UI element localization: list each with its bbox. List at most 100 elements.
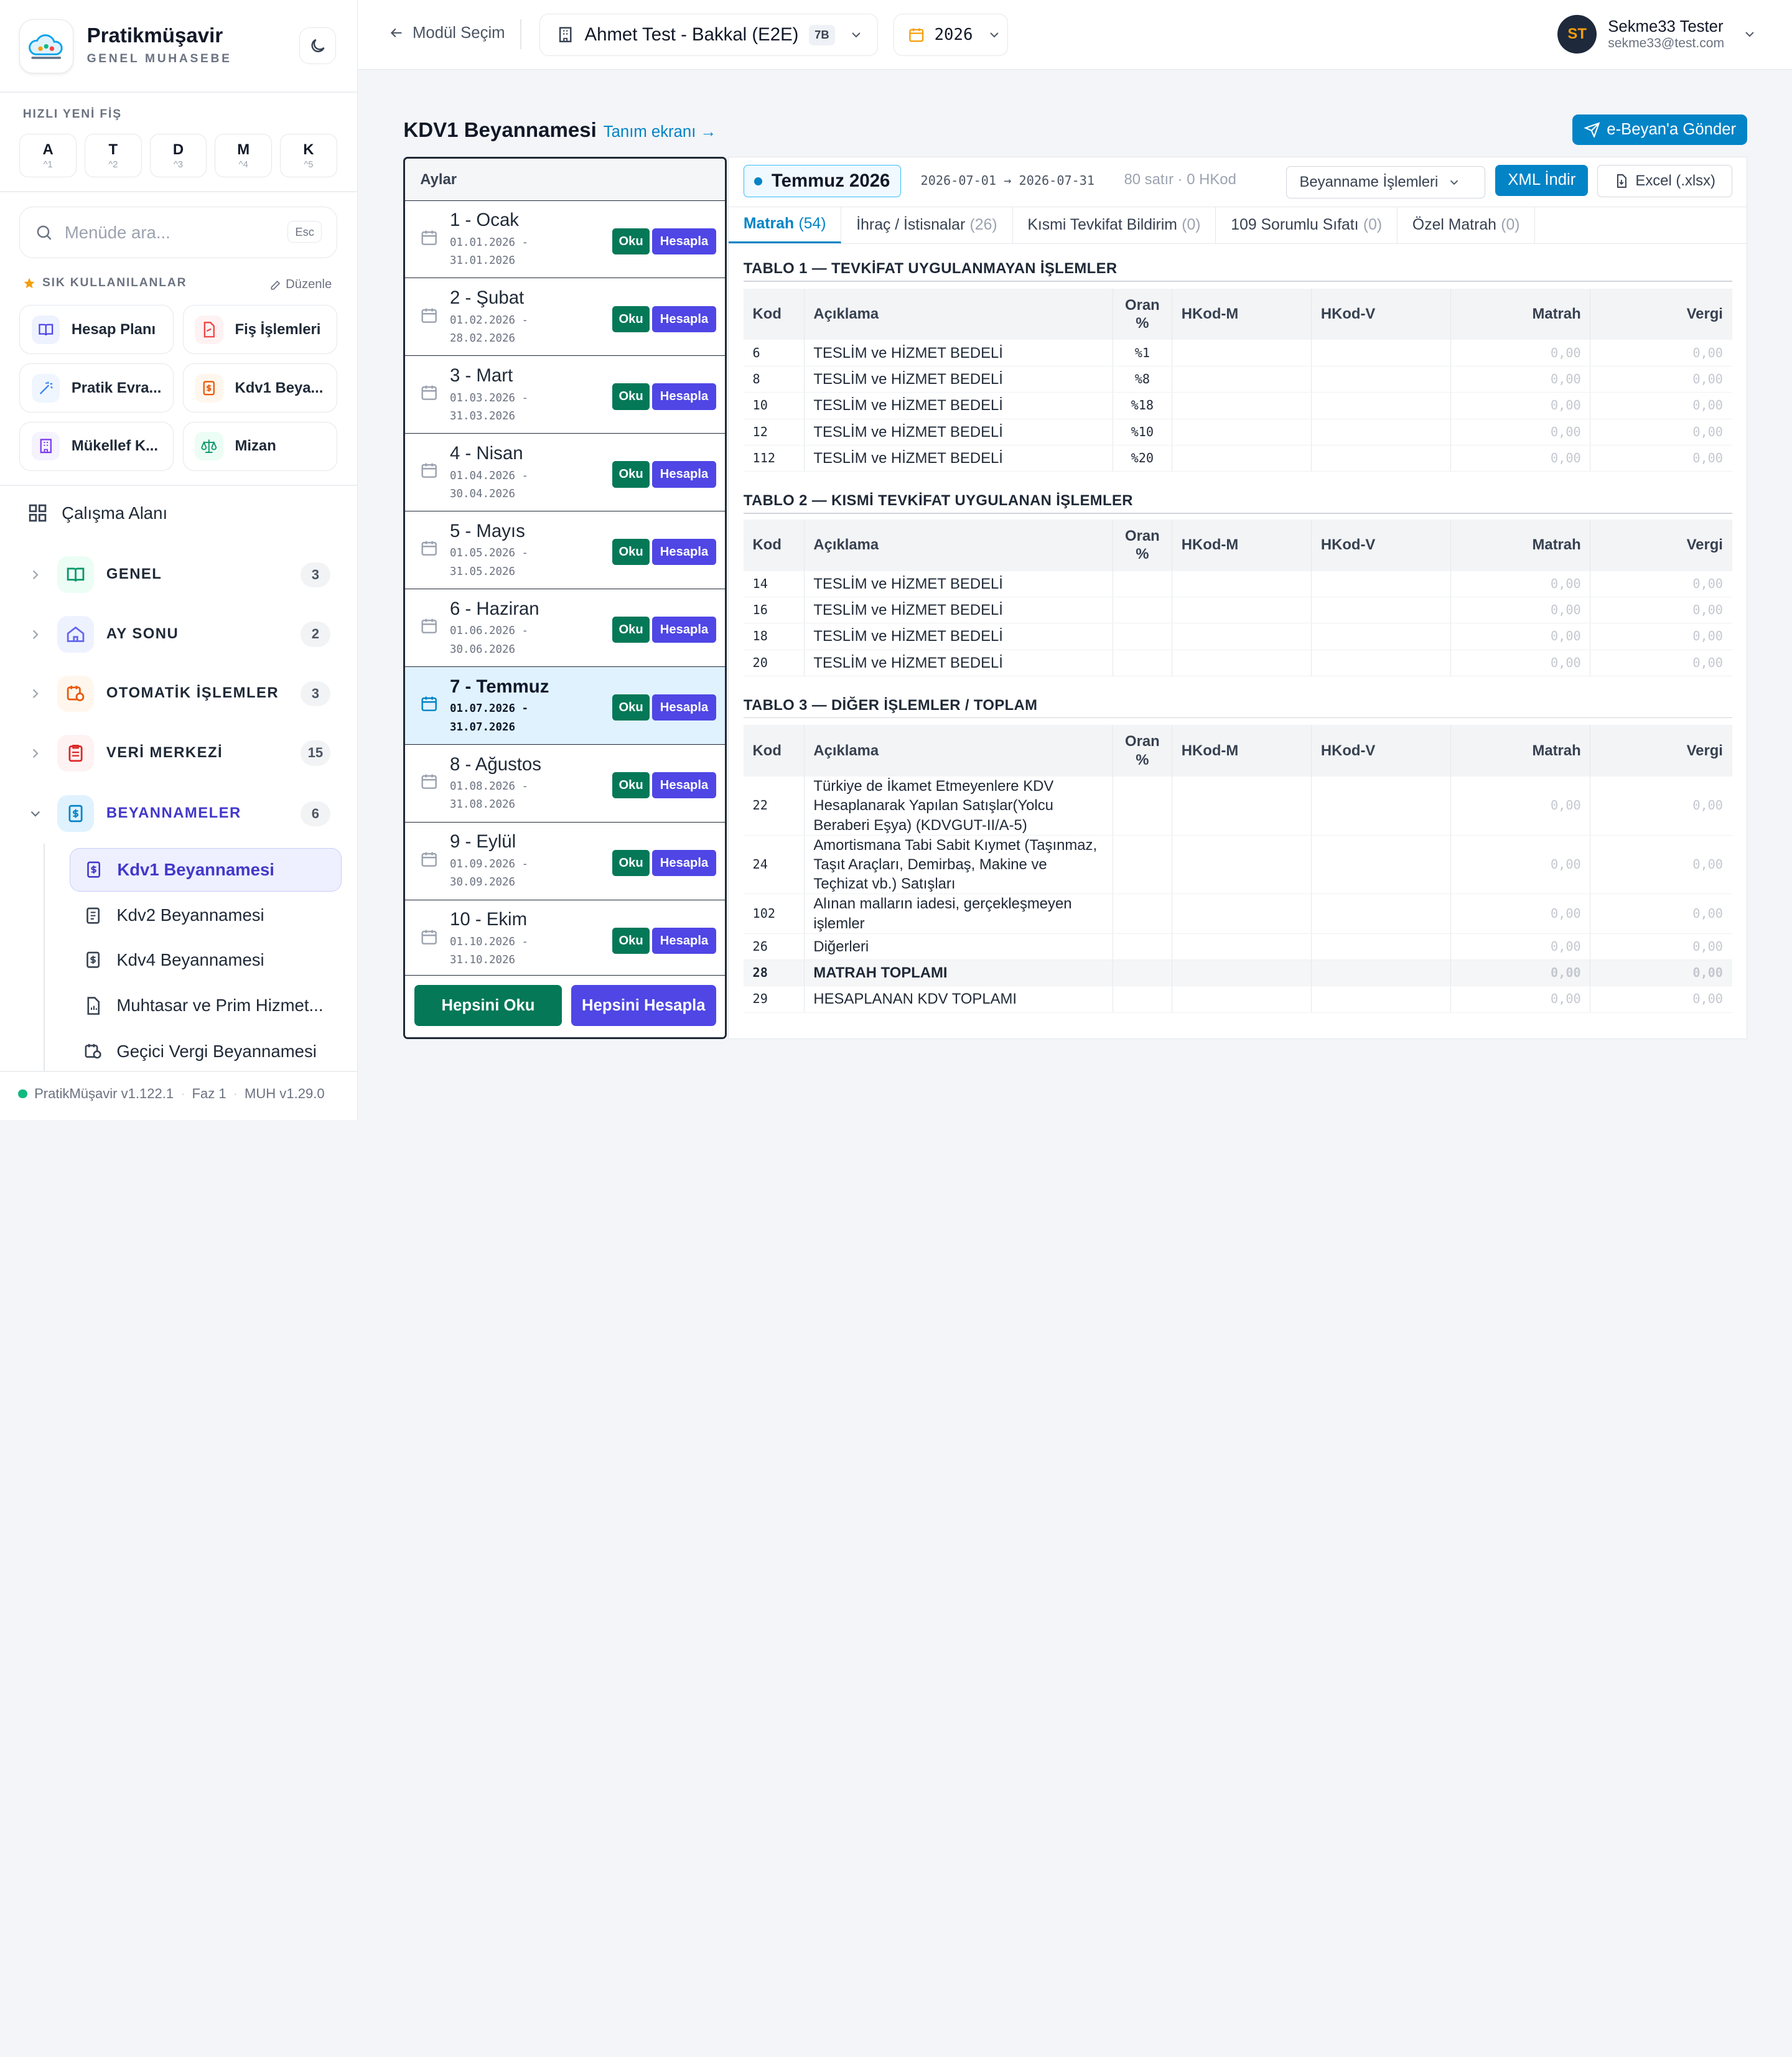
fav-hesap-plani[interactable]: Hesap Planı	[19, 305, 174, 355]
col-hkod-m[interactable]: HKod-M	[1172, 519, 1312, 571]
tab-matrah[interactable]: Matrah (54)	[728, 207, 842, 244]
cell-hkod-m[interactable]	[1172, 623, 1312, 650]
table-row[interactable]: 22 Türkiye de İkamet Etmeyenlere KDV Hesa…	[743, 777, 1732, 836]
cell-hkod-v[interactable]	[1311, 777, 1452, 836]
cell-hkod-v[interactable]	[1311, 650, 1452, 676]
table-row[interactable]: 20 TESLİM ve HİZMET BEDELİ 0,00 0,00	[743, 650, 1732, 676]
cell-hkod-m[interactable]	[1172, 445, 1312, 472]
nav-gecici-vergi[interactable]: Geçici Vergi Beyannamesi	[70, 1030, 342, 1073]
read-all-button[interactable]: Hepsini Oku	[414, 985, 562, 1027]
fav-fis-islemleri[interactable]: Fiş İşlemleri	[182, 305, 337, 355]
table-row[interactable]: 18 TESLİM ve HİZMET BEDELİ 0,00 0,00	[743, 623, 1732, 650]
cell-hkod-m[interactable]	[1172, 986, 1312, 1013]
col-kod[interactable]: Kod	[743, 519, 805, 571]
col-kod[interactable]: Kod	[743, 725, 805, 777]
workspace-link[interactable]: Çalışma Alanı	[27, 503, 167, 523]
calculate-month-button[interactable]: Hesapla	[652, 306, 716, 332]
read-month-button[interactable]: Oku	[612, 849, 650, 877]
month-row[interactable]: 10 - Ekim 01.10.2026 - 31.10.2026 Oku Hesapl…	[405, 900, 726, 978]
table-row[interactable]: 24 Amortismana Tabi Sabit Kıymet (Taşınma…	[743, 835, 1732, 895]
edit-favorites-button[interactable]: Düzenle	[269, 278, 332, 292]
read-month-button[interactable]: Oku	[612, 306, 650, 332]
table-row[interactable]: 6 TESLİM ve HİZMET BEDELİ %1 0,00 0,00	[743, 340, 1732, 367]
calculate-month-button[interactable]: Hesapla	[652, 228, 716, 254]
company-selector[interactable]: Ahmet Test - Bakkal (E2E) 7B	[539, 14, 878, 56]
month-row[interactable]: 8 - Ağustos 01.08.2026 - 31.08.2026 Oku Hesa…	[405, 744, 726, 823]
brand-logo[interactable]	[19, 19, 73, 73]
calculate-month-button[interactable]: Hesapla	[652, 694, 716, 721]
col-vergi[interactable]: Vergi	[1590, 288, 1732, 340]
tab-109-sorumlu[interactable]: 109 Sorumlu Sıfatı (0)	[1216, 207, 1398, 244]
table-row[interactable]: 8 TESLİM ve HİZMET BEDELİ %8 0,00 0,00	[743, 366, 1732, 393]
table-row[interactable]: 16 TESLİM ve HİZMET BEDELİ 0,00 0,00	[743, 597, 1732, 624]
month-row[interactable]: 6 - Haziran 01.06.2026 - 30.06.2026 Oku Hesa…	[405, 589, 726, 667]
col-hkod-m[interactable]: HKod-M	[1172, 725, 1312, 777]
quick-key-m-button[interactable]: M ^4	[215, 133, 273, 177]
calculate-month-button[interactable]: Hesapla	[652, 849, 716, 877]
nav-kdv2-beyannamesi[interactable]: Kdv2 Beyannamesi	[70, 893, 342, 937]
read-month-button[interactable]: Oku	[612, 383, 650, 410]
back-to-modules-link[interactable]: Modül Seçim	[388, 24, 505, 42]
cell-hkod-v[interactable]	[1311, 893, 1452, 934]
read-month-button[interactable]: Oku	[612, 772, 650, 799]
quick-key-t-button[interactable]: T ^2	[84, 133, 142, 177]
table-row[interactable]: 12 TESLİM ve HİZMET BEDELİ %10 0,00 0,00	[743, 419, 1732, 445]
cell-hkod-m[interactable]	[1172, 959, 1312, 987]
calculate-month-button[interactable]: Hesapla	[652, 539, 716, 566]
col-hkod-v[interactable]: HKod-V	[1311, 519, 1452, 571]
col-aciklama[interactable]: Açıklama	[804, 288, 1113, 340]
col-aciklama[interactable]: Açıklama	[804, 519, 1113, 571]
definition-screen-link[interactable]: Tanım ekranı →	[604, 123, 716, 141]
month-row[interactable]: 1 - Ocak 01.01.2026 - 31.01.2026 Oku Hesapla	[405, 200, 726, 279]
tab-kismi-tevkifat[interactable]: Kısmi Tevkifat Bildirim (0)	[1013, 207, 1216, 244]
cell-hkod-m[interactable]	[1172, 419, 1312, 445]
table-row[interactable]: 29 HESAPLANAN KDV TOPLAMI 0,00 0,00	[743, 986, 1732, 1013]
col-hkod-v[interactable]: HKod-V	[1311, 725, 1452, 777]
table-row[interactable]: 10 TESLİM ve HİZMET BEDELİ %18 0,00 0,00	[743, 392, 1732, 419]
month-row[interactable]: 9 - Eylül 01.09.2026 - 30.09.2026 Oku Hesapl…	[405, 822, 726, 900]
theme-toggle-button[interactable]	[299, 27, 336, 64]
nav-kdv1-beyannamesi[interactable]: Kdv1 Beyannamesi	[70, 847, 342, 892]
group-ay-sonu[interactable]: AY SONU 2	[0, 612, 358, 657]
month-row[interactable]: 5 - Mayıs 01.05.2026 - 31.05.2026 Oku Hesapl…	[405, 511, 726, 590]
cell-hkod-v[interactable]	[1311, 571, 1452, 598]
menu-search-input[interactable]: Menüde ara... Esc	[19, 207, 337, 259]
cell-hkod-v[interactable]	[1311, 835, 1452, 895]
cell-hkod-m[interactable]	[1172, 650, 1312, 676]
cell-hkod-v[interactable]	[1311, 597, 1452, 624]
fav-pratik-evrak[interactable]: Pratik Evra...	[19, 363, 174, 413]
cell-hkod-v[interactable]	[1311, 366, 1452, 393]
col-oran[interactable]: Oran %	[1113, 519, 1173, 571]
group-veri-merkezi[interactable]: VERİ MERKEZİ 15	[0, 730, 358, 776]
table-row[interactable]: 112 TESLİM ve HİZMET BEDELİ %20 0,00 0,00	[743, 445, 1732, 472]
month-row[interactable]: 2 - Şubat 01.02.2026 - 28.02.2026 Oku Hesapl…	[405, 278, 726, 357]
table-row[interactable]: 26 Diğerleri 0,00 0,00	[743, 933, 1732, 961]
declaration-ops-dropdown[interactable]: Beyanname İşlemleri	[1286, 166, 1485, 198]
cell-hkod-v[interactable]	[1311, 933, 1452, 961]
month-row[interactable]: 4 - Nisan 01.04.2026 - 30.04.2026 Oku Hesapl…	[405, 434, 726, 512]
read-month-button[interactable]: Oku	[612, 927, 650, 954]
fav-mukellef[interactable]: Mükellef K...	[19, 421, 174, 471]
calculate-month-button[interactable]: Hesapla	[652, 383, 716, 410]
col-kod[interactable]: Kod	[743, 288, 805, 340]
read-month-button[interactable]: Oku	[612, 228, 650, 254]
fav-mizan[interactable]: Mizan	[182, 421, 337, 471]
col-oran[interactable]: Oran %	[1113, 725, 1173, 777]
col-aciklama[interactable]: Açıklama	[804, 725, 1113, 777]
month-row[interactable]: 3 - Mart 01.03.2026 - 31.03.2026 Oku Hesapla	[405, 356, 726, 434]
user-menu[interactable]: ST Sekme33 Tester sekme33@test.com	[1557, 14, 1757, 54]
col-matrah[interactable]: Matrah	[1450, 725, 1591, 777]
cell-hkod-v[interactable]	[1311, 419, 1452, 445]
year-selector[interactable]: 2026	[894, 14, 1008, 56]
cell-hkod-v[interactable]	[1311, 445, 1452, 472]
cell-hkod-m[interactable]	[1172, 777, 1312, 836]
table-row[interactable]: 102 Alınan malların iadesi, gerçekleşmeye…	[743, 893, 1732, 934]
calculate-month-button[interactable]: Hesapla	[652, 772, 716, 799]
tab-ozel-matrah[interactable]: Özel Matrah (0)	[1398, 207, 1536, 244]
cell-hkod-m[interactable]	[1172, 340, 1312, 367]
quick-key-a-button[interactable]: A ^1	[19, 133, 77, 177]
cell-hkod-m[interactable]	[1172, 893, 1312, 934]
col-vergi[interactable]: Vergi	[1590, 725, 1732, 777]
xml-download-button[interactable]: XML İndir	[1495, 165, 1589, 197]
cell-hkod-m[interactable]	[1172, 597, 1312, 624]
